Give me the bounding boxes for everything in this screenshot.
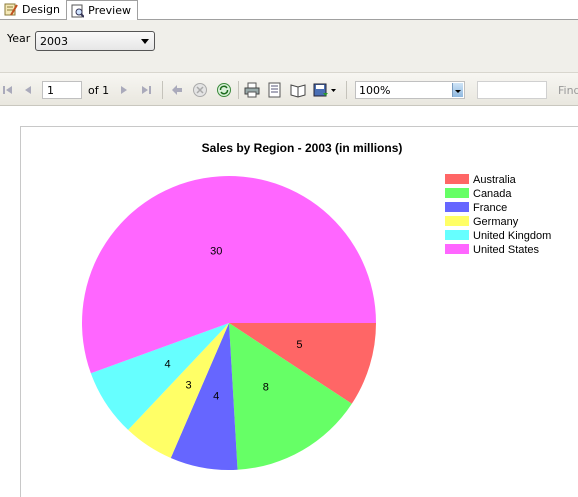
previous-page-icon xyxy=(25,86,31,94)
tab-design-label: Design xyxy=(22,2,60,16)
print-layout-button[interactable] xyxy=(267,82,283,98)
chart-title: Sales by Region - 2003 (in millions) xyxy=(202,141,403,155)
legend-label: Germany xyxy=(473,216,519,228)
chart-legend: Australia Canada France Germany United Kingd… xyxy=(445,174,551,256)
chevron-down-icon xyxy=(452,83,463,97)
legend-label: Australia xyxy=(473,174,517,186)
preview-icon xyxy=(71,4,85,18)
pie-chart: Sales by Region - 2003 (in millions) 5 8 4… xyxy=(82,141,551,471)
legend-swatch xyxy=(445,174,469,184)
print-layout-icon xyxy=(268,82,281,98)
legend-swatch xyxy=(445,216,469,226)
last-page-icon xyxy=(142,86,151,94)
tab-design[interactable]: Design xyxy=(0,0,66,18)
data-label: 3 xyxy=(186,379,192,391)
tab-preview-label: Preview xyxy=(88,4,131,17)
design-icon xyxy=(4,3,18,16)
save-icon xyxy=(313,83,336,97)
find-input[interactable] xyxy=(477,81,547,99)
report-toolbar: 1 of 1 100% Find xyxy=(0,72,578,106)
data-label: 5 xyxy=(296,339,302,351)
toolbar-separator xyxy=(238,81,239,99)
data-label: 30 xyxy=(210,246,222,258)
year-label: Year xyxy=(7,32,31,45)
page-number-value: 1 xyxy=(47,84,54,97)
legend-label: United Kingdom xyxy=(473,230,551,242)
tab-preview[interactable]: Preview xyxy=(66,0,138,20)
tab-bar: Design Preview xyxy=(0,0,578,20)
refresh-button[interactable] xyxy=(216,82,232,98)
legend-swatch xyxy=(445,230,469,240)
previous-page-button[interactable] xyxy=(22,82,34,98)
chevron-down-icon xyxy=(141,39,149,44)
year-select[interactable]: 2003 xyxy=(35,31,155,51)
year-select-value: 2003 xyxy=(40,35,68,48)
print-button[interactable] xyxy=(244,82,260,98)
legend-swatch xyxy=(445,188,469,198)
print-icon xyxy=(244,82,260,98)
page-setup-icon xyxy=(290,84,306,98)
stop-icon xyxy=(193,83,207,97)
last-page-button[interactable] xyxy=(140,82,152,98)
data-label: 4 xyxy=(165,358,171,370)
legend-label: France xyxy=(473,202,507,214)
page-of-label: of 1 xyxy=(88,84,110,97)
refresh-icon xyxy=(217,83,231,97)
toolbar-separator xyxy=(346,81,347,99)
parameter-bar: Year 2003 xyxy=(0,20,578,72)
next-page-button[interactable] xyxy=(118,82,130,98)
first-page-button[interactable] xyxy=(2,82,14,98)
data-label: 8 xyxy=(263,382,269,394)
stop-button[interactable] xyxy=(192,82,208,98)
toolbar-separator xyxy=(162,81,163,99)
export-button[interactable] xyxy=(313,82,337,98)
back-arrow-icon xyxy=(172,85,182,95)
first-page-icon xyxy=(3,86,12,94)
legend-label: United States xyxy=(473,244,540,256)
legend-label: Canada xyxy=(473,188,512,200)
find-button[interactable]: Find xyxy=(558,84,578,97)
legend-swatch xyxy=(445,244,469,254)
next-page-icon xyxy=(121,86,127,94)
back-button[interactable] xyxy=(170,82,184,98)
legend-swatch xyxy=(445,202,469,212)
page-number-input[interactable]: 1 xyxy=(42,81,82,99)
zoom-value: 100% xyxy=(359,84,391,97)
page-setup-button[interactable] xyxy=(290,82,306,98)
zoom-select[interactable]: 100% xyxy=(355,81,465,99)
data-label: 4 xyxy=(213,390,219,402)
